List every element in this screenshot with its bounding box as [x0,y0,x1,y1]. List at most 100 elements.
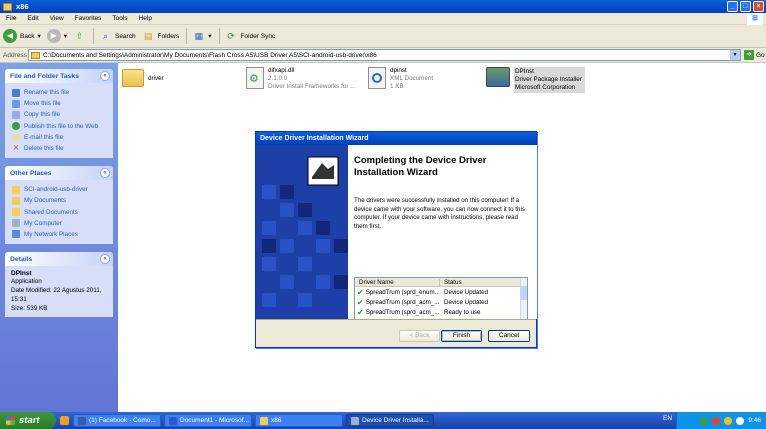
task-label: E-mail this file [24,133,64,141]
task-driver-wizard[interactable]: Device Driver Installa... [346,414,434,427]
network-icon [12,230,20,239]
menu-favorites[interactable]: Favorites [75,15,102,22]
menu-file[interactable]: File [6,15,16,22]
clock[interactable]: 9:46 [748,417,761,424]
panel-title: Other Places [10,169,52,177]
task-label: (1) Facebook - Como... [89,417,156,424]
place-label: SCI-android-usb-driver [24,186,88,194]
go-button[interactable]: ➜ Go [744,50,765,60]
file-description: Driver Install Frameworks for ... [268,83,356,90]
collapse-icon[interactable]: « [100,168,110,179]
tray-icon[interactable] [724,416,733,425]
panel-header[interactable]: File and Folder Tasks « [5,69,113,83]
wizard-content: Completing the Device Driver Installatio… [348,145,537,320]
file-name: dpinst [390,67,407,74]
driver-status-list[interactable]: Driver Name Status ✔ SpreadTrum (sprd_enu… [354,277,528,320]
system-tray: 9:46 [676,412,766,429]
address-path: C:\Documents and Settings\Administrator\… [43,51,377,59]
checkmark-icon: ✔ [357,297,364,307]
toolbar-separator [92,28,94,44]
menu-view[interactable]: View [50,15,64,22]
list-scrollbar[interactable] [520,278,527,319]
collapse-icon[interactable]: « [100,71,110,81]
tray-icon[interactable] [736,416,745,425]
browser-icon [78,416,86,425]
checkmark-icon: ✔ [357,287,364,297]
taskbar: start (1) Facebook - Como... Document1 -… [0,412,766,429]
collapse-icon[interactable]: « [100,254,110,265]
column-header-driver[interactable]: Driver Name [355,278,440,286]
column-header-status[interactable]: Status [440,279,462,286]
place-my-network-places[interactable]: My Network Places [12,229,108,240]
folder-icon [12,185,20,194]
start-button[interactable]: start [0,412,56,429]
menu-tools[interactable]: Tools [112,15,127,22]
detail-type: Application [11,278,42,286]
task-rename[interactable]: Rename this file [12,87,108,98]
task-explorer-x86[interactable]: x86 [255,414,343,427]
forward-button[interactable]: ▶ ▾ [46,29,67,43]
task-facebook[interactable]: (1) Facebook - Como... [73,414,161,427]
maximize-button[interactable]: □ [740,1,751,12]
window-controls: _ □ × [727,1,764,12]
list-item[interactable]: ✔ SpreadTrum (sprd_acm_... Device Updated [355,297,527,307]
panel-header[interactable]: Other Places « [5,166,113,181]
toolbar-separator [218,28,220,44]
language-indicator[interactable]: EN [663,415,672,422]
menu-edit[interactable]: Edit [27,15,38,22]
panel-header[interactable]: Details « [5,252,113,267]
folder-sync-button[interactable]: ⟳ Folder Sync [225,30,276,42]
folder-icon [3,2,12,11]
file-item-dpinst-exe[interactable]: DPInst Driver Package Installer Microsof… [486,67,585,93]
email-icon [12,133,20,142]
menu-help[interactable]: Help [139,15,152,22]
wizard-banner [256,145,348,319]
place-my-computer[interactable]: My Computer [12,218,108,229]
quick-launch-icon[interactable] [60,416,69,425]
chevron-down-icon[interactable]: ▾ [730,50,740,60]
folders-label: Folders [157,32,180,40]
back-button[interactable]: < Back [399,330,440,342]
place-my-documents[interactable]: My Documents [12,195,108,206]
task-move[interactable]: Move this file [12,98,108,109]
views-button[interactable]: ▦ ▾ [192,30,212,42]
list-item[interactable]: ✔ SpreadTrum (sprd_enum... Device Updated [355,287,527,297]
folders-button[interactable]: ▤ Folders [142,30,180,42]
rename-icon [12,88,20,97]
task-email[interactable]: E-mail this file [12,132,108,143]
chevron-down-icon[interactable]: ▾ [208,32,211,40]
windows-logo-icon [6,416,15,425]
back-button[interactable]: ◀ Back ▾ [3,29,41,43]
task-word-document[interactable]: Document1 - Microsof... [164,414,252,427]
finish-button[interactable]: Finish [441,330,482,342]
file-item-difxapi[interactable]: ⚙ difxapi.dll 2.1.0.0 Driver Install Fra… [246,67,355,91]
driver-status: Device Updated [444,288,489,296]
chevron-down-icon[interactable]: ▾ [64,32,67,40]
task-pane: File and Folder Tasks « Rename this file… [0,63,118,412]
chevron-down-icon[interactable]: ▾ [37,32,40,40]
file-version: 2.1.0.0 [268,75,288,82]
place-sci-android-usb-driver[interactable]: SCI-android-usb-driver [12,184,108,195]
tray-icon[interactable] [712,416,721,425]
search-button[interactable]: ⌕ Search [99,30,136,42]
minimize-button[interactable]: _ [727,1,738,12]
close-button[interactable]: × [753,1,764,12]
copy-icon [12,110,20,119]
task-label: x86 [271,417,282,424]
driver-installation-wizard: Device Driver Installation Wizard Comple… [255,131,537,348]
folder-sync-label: Folder Sync [240,32,276,40]
scrollbar-thumb[interactable] [521,286,527,300]
task-copy[interactable]: Copy this file [12,109,108,120]
up-button[interactable]: ⇧ [73,30,86,42]
folder-icon [260,416,268,425]
file-item-dpinst-xml[interactable]: dpinst XML Document 1 KB [368,67,433,91]
cancel-button[interactable]: Cancel [488,330,530,342]
file-item-driver[interactable]: driver [122,69,164,87]
tray-icon[interactable] [700,416,709,425]
installer-icon [486,67,510,87]
place-shared-documents[interactable]: Shared Documents [12,207,108,218]
list-item[interactable]: ✔ SpreadTrum (sprd_acm_... Ready to use [355,307,527,317]
address-input[interactable]: C:\Documents and Settings\Administrator\… [28,49,741,61]
task-delete[interactable]: ✕ Delete this file [12,143,108,154]
task-publish[interactable]: Publish this file to the Web [12,121,108,132]
